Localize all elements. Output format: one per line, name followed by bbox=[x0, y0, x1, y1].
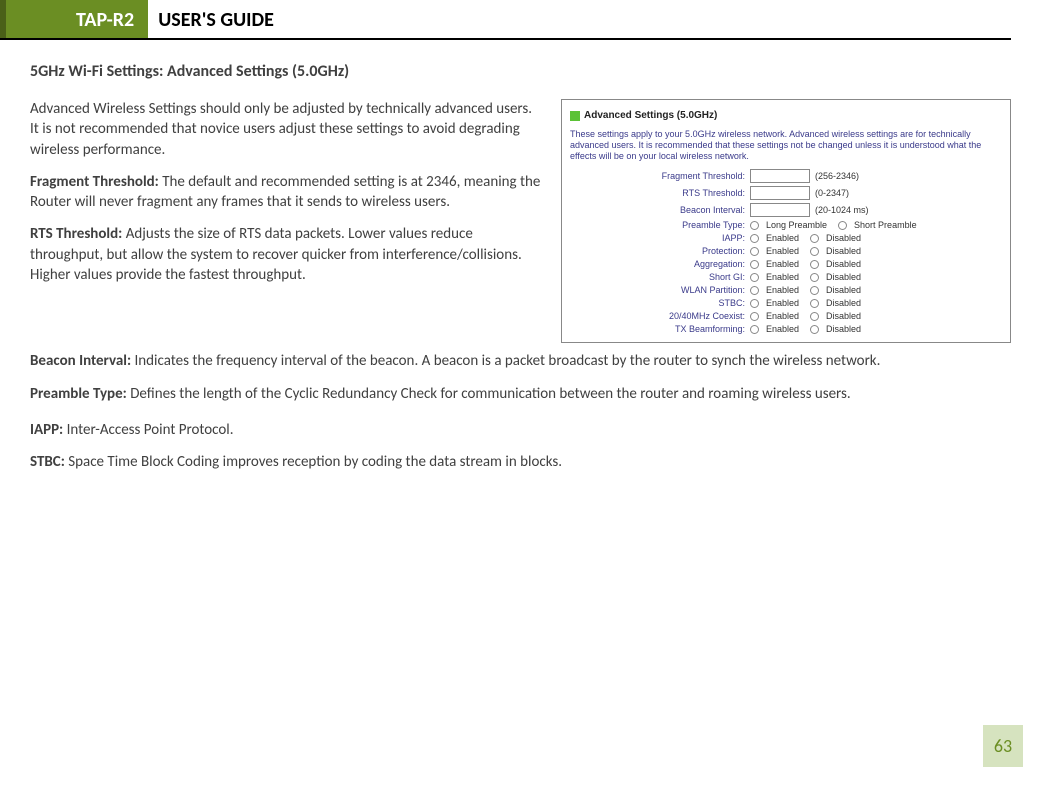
radio-icon[interactable] bbox=[750, 221, 759, 230]
panel-field-label: 20/40MHz Coexist: bbox=[610, 311, 745, 321]
radio-option-label: Enabled bbox=[766, 272, 799, 282]
radio-option-label: Disabled bbox=[826, 311, 861, 321]
page-number: 63 bbox=[983, 725, 1023, 767]
panel-row: Protection: Enabled Disabled bbox=[610, 246, 1002, 256]
beacon-text: Indicates the frequency interval of the … bbox=[131, 352, 880, 370]
iapp-label: IAPP: bbox=[30, 421, 63, 439]
radio-icon[interactable] bbox=[750, 286, 759, 295]
panel-field-label: Beacon Interval: bbox=[610, 205, 745, 215]
radio-icon[interactable] bbox=[750, 325, 759, 334]
radio-icon[interactable] bbox=[838, 221, 847, 230]
panel-accent-icon bbox=[570, 111, 580, 121]
radio-option-label: Disabled bbox=[826, 259, 861, 269]
iapp-paragraph: IAPP: Inter-Access Point Protocol. bbox=[30, 420, 1011, 440]
panel-field-label: Fragment Threshold: bbox=[610, 171, 745, 181]
panel-row: Preamble Type: Long Preamble Short Preambl… bbox=[610, 220, 1002, 230]
panel-row: 20/40MHz Coexist: Enabled Disabled bbox=[610, 311, 1002, 321]
panel-text-input[interactable] bbox=[750, 186, 810, 200]
radio-icon[interactable] bbox=[750, 247, 759, 256]
radio-option-label: Disabled bbox=[826, 272, 861, 282]
panel-row: STBC: Enabled Disabled bbox=[610, 298, 1002, 308]
radio-option-label: Enabled bbox=[766, 311, 799, 321]
radio-icon[interactable] bbox=[750, 234, 759, 243]
settings-panel: Advanced Settings (5.0GHz) These setting… bbox=[561, 99, 1011, 343]
preamble-paragraph: Preamble Type: Defines the length of the… bbox=[30, 384, 1011, 404]
radio-option-label: Disabled bbox=[826, 233, 861, 243]
radio-option-label: Disabled bbox=[826, 324, 861, 334]
radio-option-label: Enabled bbox=[766, 298, 799, 308]
radio-icon[interactable] bbox=[750, 273, 759, 282]
preamble-label: Preamble Type: bbox=[30, 385, 127, 403]
panel-text-input[interactable] bbox=[750, 169, 810, 183]
iapp-text: Inter-Access Point Protocol. bbox=[63, 421, 233, 439]
panel-row: RTS Threshold: (0-2347) bbox=[610, 186, 1002, 200]
radio-option-label: Enabled bbox=[766, 285, 799, 295]
radio-icon[interactable] bbox=[810, 260, 819, 269]
panel-field-label: Short GI: bbox=[610, 272, 745, 282]
beacon-paragraph: Beacon Interval: Indicates the frequency… bbox=[30, 351, 1011, 371]
radio-option-label: Disabled bbox=[826, 298, 861, 308]
panel-hint: (0-2347) bbox=[815, 188, 849, 198]
radio-icon[interactable] bbox=[810, 325, 819, 334]
radio-icon[interactable] bbox=[810, 312, 819, 321]
stbc-label: STBC: bbox=[30, 453, 65, 471]
radio-icon[interactable] bbox=[750, 299, 759, 308]
panel-hint: (20-1024 ms) bbox=[815, 205, 869, 215]
radio-option-label: Enabled bbox=[766, 246, 799, 256]
beacon-label: Beacon Interval: bbox=[30, 352, 131, 370]
fragment-label: Fragment Threshold: bbox=[30, 173, 159, 191]
radio-option-label: Enabled bbox=[766, 324, 799, 334]
stbc-text: Space Time Block Coding improves recepti… bbox=[65, 453, 562, 471]
panel-field-label: Protection: bbox=[610, 246, 745, 256]
panel-form: Fragment Threshold: (256-2346) RTS Thresho… bbox=[570, 169, 1002, 334]
radio-icon[interactable] bbox=[810, 234, 819, 243]
panel-description: These settings apply to your 5.0GHz wire… bbox=[570, 129, 1002, 161]
radio-option-label: Enabled bbox=[766, 233, 799, 243]
panel-hint: (256-2346) bbox=[815, 171, 859, 181]
panel-field-label: Aggregation: bbox=[610, 259, 745, 269]
panel-field-label: TX Beamforming: bbox=[610, 324, 745, 334]
radio-icon[interactable] bbox=[810, 299, 819, 308]
radio-option-label: Long Preamble bbox=[766, 220, 827, 230]
preamble-text: Defines the length of the Cyclic Redunda… bbox=[127, 385, 851, 403]
panel-field-label: IAPP: bbox=[610, 233, 745, 243]
radio-icon[interactable] bbox=[750, 260, 759, 269]
panel-field-label: WLAN Partition: bbox=[610, 285, 745, 295]
panel-field-label: STBC: bbox=[610, 298, 745, 308]
radio-option-label: Enabled bbox=[766, 259, 799, 269]
section-title: 5GHz Wi-Fi Settings: Advanced Settings (… bbox=[30, 62, 1011, 81]
radio-option-label: Short Preamble bbox=[854, 220, 917, 230]
panel-row: IAPP: Enabled Disabled bbox=[610, 233, 1002, 243]
rts-label: RTS Threshold: bbox=[30, 225, 122, 243]
panel-row: Beacon Interval: (20-1024 ms) bbox=[610, 203, 1002, 217]
doc-title: USER'S GUIDE bbox=[148, 0, 274, 38]
page-content: 5GHz Wi-Fi Settings: Advanced Settings (… bbox=[0, 40, 1041, 472]
radio-icon[interactable] bbox=[810, 273, 819, 282]
radio-icon[interactable] bbox=[750, 312, 759, 321]
panel-text-input[interactable] bbox=[750, 203, 810, 217]
radio-icon[interactable] bbox=[810, 286, 819, 295]
panel-row: Fragment Threshold: (256-2346) bbox=[610, 169, 1002, 183]
radio-option-label: Disabled bbox=[826, 285, 861, 295]
product-badge: TAP-R2 bbox=[0, 0, 148, 38]
panel-title: Advanced Settings (5.0GHz) bbox=[584, 110, 717, 121]
page-header: TAP-R2 USER'S GUIDE bbox=[0, 0, 1011, 40]
panel-row: Aggregation: Enabled Disabled bbox=[610, 259, 1002, 269]
radio-icon[interactable] bbox=[810, 247, 819, 256]
radio-option-label: Disabled bbox=[826, 246, 861, 256]
stbc-paragraph: STBC: Space Time Block Coding improves r… bbox=[30, 452, 1011, 472]
panel-field-label: Preamble Type: bbox=[610, 220, 745, 230]
panel-row: Short GI: Enabled Disabled bbox=[610, 272, 1002, 282]
panel-row: TX Beamforming: Enabled Disabled bbox=[610, 324, 1002, 334]
panel-row: WLAN Partition: Enabled Disabled bbox=[610, 285, 1002, 295]
panel-field-label: RTS Threshold: bbox=[610, 188, 745, 198]
